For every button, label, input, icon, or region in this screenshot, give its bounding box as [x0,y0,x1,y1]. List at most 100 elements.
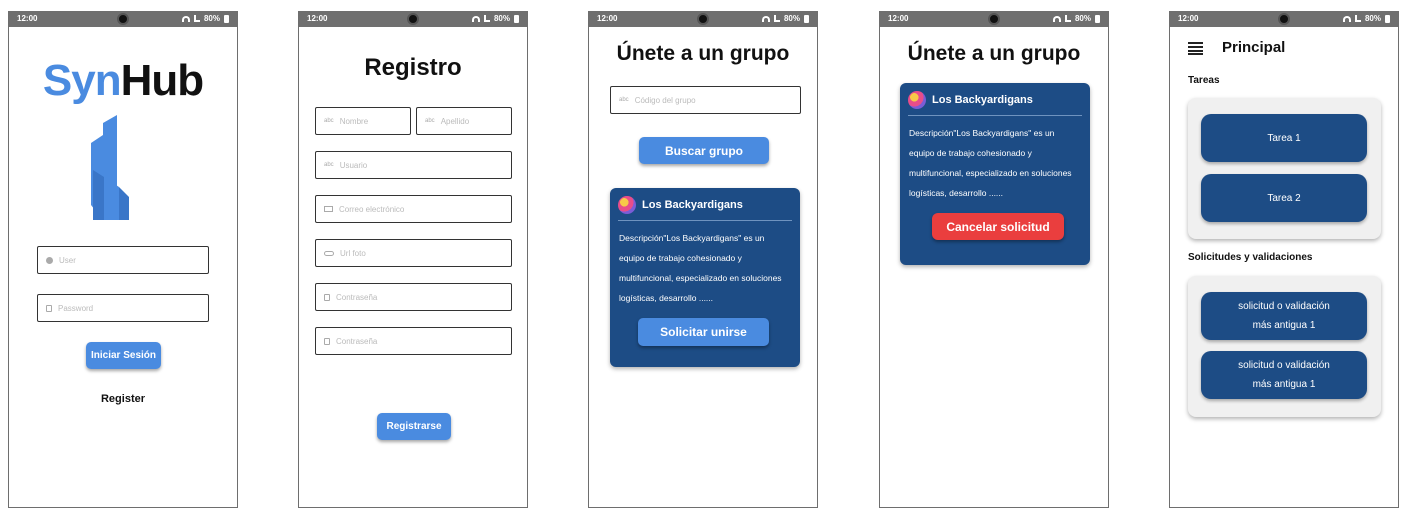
page-title: Principal [1222,39,1286,56]
password-input[interactable]: Password [37,294,209,322]
group-code-placeholder: Código del grupo [634,95,696,105]
request-button[interactable]: solicitud o validación más antigua 1 [1201,292,1367,340]
requests-panel: solicitud o validación más antigua 1 sol… [1188,276,1381,417]
group-description: Descripción"Los Backyardigans" es un equ… [909,128,1072,198]
battery-level: 80% [1074,14,1091,23]
link-icon [324,250,334,256]
status-time: 12:00 [307,14,328,23]
wifi-icon [471,15,480,22]
apellido-input[interactable]: abc Apellido [416,107,512,135]
divider [618,220,792,221]
text-icon: abc [324,118,334,124]
status-bar: 12:00 80% [589,12,817,27]
page-title: Únete a un grupo [907,42,1081,65]
wifi-icon [761,15,770,22]
signal-icon [483,15,490,22]
camera-icon [1278,13,1290,25]
search-group-button[interactable]: Buscar grupo [639,137,769,164]
battery-level: 80% [783,14,800,23]
signal-icon [1064,15,1071,22]
status-time: 12:00 [1178,14,1199,23]
requests-label: Solicitudes y validaciones [1188,252,1313,263]
url-foto-placeholder: Url foto [340,248,366,258]
password-input[interactable]: Contraseña [315,283,512,311]
group-card: Los Backyardigans Descripción"Los Backya… [610,188,800,367]
logo-hub: Hub [120,56,205,105]
request-join-button[interactable]: Solicitar unirse [638,318,769,346]
request-button[interactable]: solicitud o validación más antigua 1 [1201,351,1367,399]
group-name: Los Backyardigans [642,199,743,211]
group-header: Los Backyardigans [618,196,743,214]
wifi-icon [1052,15,1061,22]
status-bar: 12:00 80% [880,12,1108,27]
group-code-input[interactable]: abc Código del grupo [610,86,801,114]
group-avatar-icon [908,91,926,109]
join-group-screen: 12:00 80% Únete a un grupo abc Código de… [588,11,818,508]
login-button[interactable]: Iniciar Sesión [86,342,161,369]
register-link[interactable]: Register [9,393,237,405]
usuario-placeholder: Usuario [339,160,368,170]
pending-request-screen: 12:00 80% Únete a un grupo Los Backyardi… [879,11,1109,508]
text-icon: abc [425,118,435,124]
status-icons: 80% [471,14,519,23]
tasks-panel: Tarea 1 Tarea 2 [1188,98,1381,239]
camera-icon [697,13,709,25]
divider [908,115,1082,116]
camera-icon [988,13,1000,25]
status-icons: 80% [761,14,809,23]
confirm-password-input[interactable]: Contraseña [315,327,512,355]
camera-icon [117,13,129,25]
group-name: Los Backyardigans [932,94,1033,106]
status-bar: 12:00 80% [299,12,527,27]
email-placeholder: Correo electrónico [339,204,405,214]
building-icon [91,115,129,220]
hamburger-menu-icon[interactable] [1188,42,1203,55]
battery-level: 80% [493,14,510,23]
status-time: 12:00 [888,14,909,23]
status-time: 12:00 [597,14,618,23]
signal-icon [193,15,200,22]
task-button[interactable]: Tarea 1 [1201,114,1367,162]
nombre-placeholder: Nombre [339,116,369,126]
register-button[interactable]: Registrarse [377,413,451,440]
principal-screen: 12:00 80% Principal Tareas Tarea 1 Tarea… [1169,11,1399,508]
status-time: 12:00 [17,14,38,23]
logo-syn: Syn [42,56,122,105]
login-screen: 12:00 80% SynHub User Password Iniciar S… [8,11,238,508]
signal-icon [1354,15,1361,22]
tasks-label: Tareas [1188,75,1220,86]
text-icon: abc [324,162,334,168]
group-description: Descripción"Los Backyardigans" es un equ… [619,233,782,303]
status-icons: 80% [1342,14,1390,23]
group-header: Los Backyardigans [908,91,1033,109]
email-input[interactable]: Correo electrónico [315,195,512,223]
text-icon: abc [619,97,629,103]
confirm-password-placeholder: Contraseña [336,336,378,346]
cancel-request-button[interactable]: Cancelar solicitud [932,213,1064,240]
user-icon [46,256,53,264]
page-title: Únete a un grupo [616,42,790,65]
battery-level: 80% [1364,14,1381,23]
user-input[interactable]: User [37,246,209,274]
url-foto-input[interactable]: Url foto [315,239,512,267]
mail-icon [324,206,333,212]
battery-icon [1095,14,1100,23]
usuario-input[interactable]: abc Usuario [315,151,512,179]
battery-icon [804,14,809,23]
app-logo: SynHub [9,56,237,106]
password-placeholder: Contraseña [336,292,378,302]
user-placeholder: User [59,255,76,265]
task-button[interactable]: Tarea 2 [1201,174,1367,222]
group-avatar-icon [618,196,636,214]
register-screen: 12:00 80% Registro abc Nombre abc Apelli… [298,11,528,508]
battery-icon [224,14,229,23]
nombre-input[interactable]: abc Nombre [315,107,411,135]
camera-icon [407,13,419,25]
lock-icon [324,293,330,301]
status-bar: 12:00 80% [9,12,237,27]
password-placeholder: Password [58,303,94,313]
lock-icon [46,304,52,312]
wifi-icon [181,15,190,22]
battery-icon [1385,14,1390,23]
apellido-placeholder: Apellido [440,116,470,126]
